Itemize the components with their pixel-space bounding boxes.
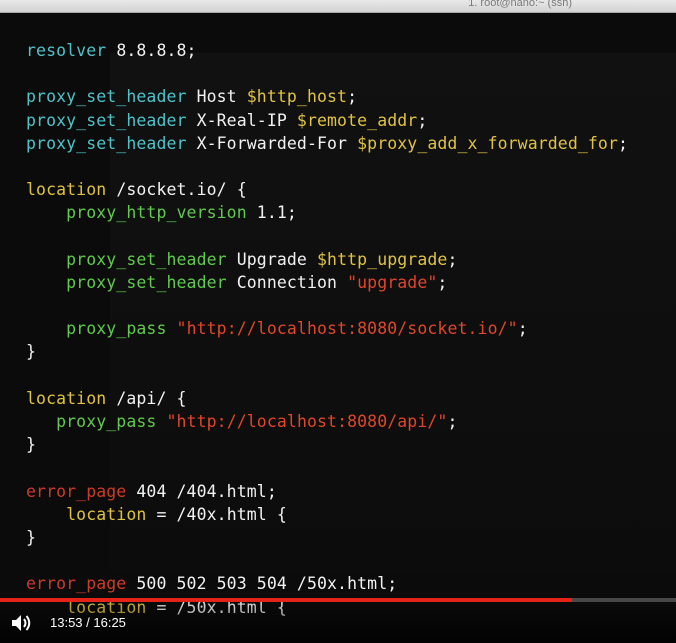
code-token: X-Forwarded-For [186,133,358,153]
code-line: proxy_pass "http://localhost:8080/api/"; [26,410,628,433]
code-token: Upgrade [226,249,317,269]
code-token: /socket.io/ { [106,180,247,200]
code-token: proxy_pass [66,319,167,339]
code-token: 8.8.8.8; [106,41,197,60]
code-token: = /40x.html { [146,504,287,524]
code-token: Host [186,87,247,107]
code-token: 404 /404.html; [126,481,277,501]
code-token: "http://localhost:8080/api/" [166,412,448,431]
code-line: } [26,526,628,549]
speaker-icon [12,615,31,631]
code-line: resolver 8.8.8.8; [26,39,628,62]
window-title: 1. root@nano:~ (ssh) [468,0,572,9]
code-token: } [26,342,37,362]
code-block: resolver 8.8.8.8; proxy_set_header Host … [26,39,628,619]
volume-button[interactable] [10,613,34,633]
code-line: proxy_set_header X-Forwarded-For $proxy_… [26,132,628,155]
progress-bar[interactable] [0,598,676,602]
code-line: error_page 404 /404.html; [26,480,628,503]
code-token: proxy_set_header [26,133,187,153]
code-token: ; [437,272,448,292]
code-line: location = /40x.html { [26,503,628,526]
time-display: 13:53 / 16:25 [50,615,126,630]
code-token: proxy_pass [56,412,157,431]
code-line: proxy_http_version 1.1; [26,201,628,224]
code-line: } [26,433,628,456]
code-token: "upgrade" [347,272,438,292]
code-token: proxy_set_header [26,110,187,130]
code-token: ; [618,133,629,153]
window-titlebar: 1. root@nano:~ (ssh) [0,0,676,13]
code-token: resolver [26,41,107,60]
code-token: ; [417,110,428,130]
code-token: Connection [226,272,348,292]
terminal-viewport[interactable]: resolver 8.8.8.8; proxy_set_header Host … [0,13,676,643]
code-line: location /socket.io/ { [26,178,628,201]
code-token: $http_upgrade [317,249,448,269]
code-token: $proxy_add_x_forwarded_for [357,133,619,153]
code-line: proxy_set_header X-Real-IP $remote_addr; [26,109,628,132]
code-token: ; [447,249,458,269]
code-token: proxy_set_header [66,249,227,269]
code-line: error_page 500 502 503 504 /50x.html; [26,572,628,595]
code-token: 1.1; [246,203,297,223]
code-token: location [26,388,107,408]
code-line: proxy_set_header Upgrade $http_upgrade; [26,248,628,271]
code-token: location [66,504,147,524]
code-token: /api/ { [106,388,187,408]
code-token: 500 502 503 504 /50x.html; [126,574,398,594]
code-token: } [26,527,37,547]
code-line: proxy_set_header Host $http_host; [26,85,628,108]
code-token: ; [447,412,458,431]
code-token: "http://localhost:8080/socket.io/" [176,319,518,339]
video-player-controls: 13:53 / 16:25 [0,598,676,643]
code-token: $remote_addr [296,110,418,130]
progress-fill [0,598,572,602]
code-token: $http_host [246,87,348,107]
code-line: proxy_pass "http://localhost:8080/socket… [26,317,628,340]
code-token: error_page [26,574,127,594]
code-token: proxy_http_version [66,203,247,223]
code-line: location /api/ { [26,387,628,410]
code-token: proxy_set_header [26,87,187,107]
code-token: X-Real-IP [186,110,297,130]
code-token: ; [517,319,528,339]
code-token: } [26,435,37,455]
code-token: location [26,180,107,200]
code-token: error_page [26,481,127,501]
code-line: proxy_set_header Connection "upgrade"; [26,271,628,294]
code-line: } [26,340,628,363]
code-token: proxy_set_header [66,272,227,292]
code-token: ; [347,87,358,107]
